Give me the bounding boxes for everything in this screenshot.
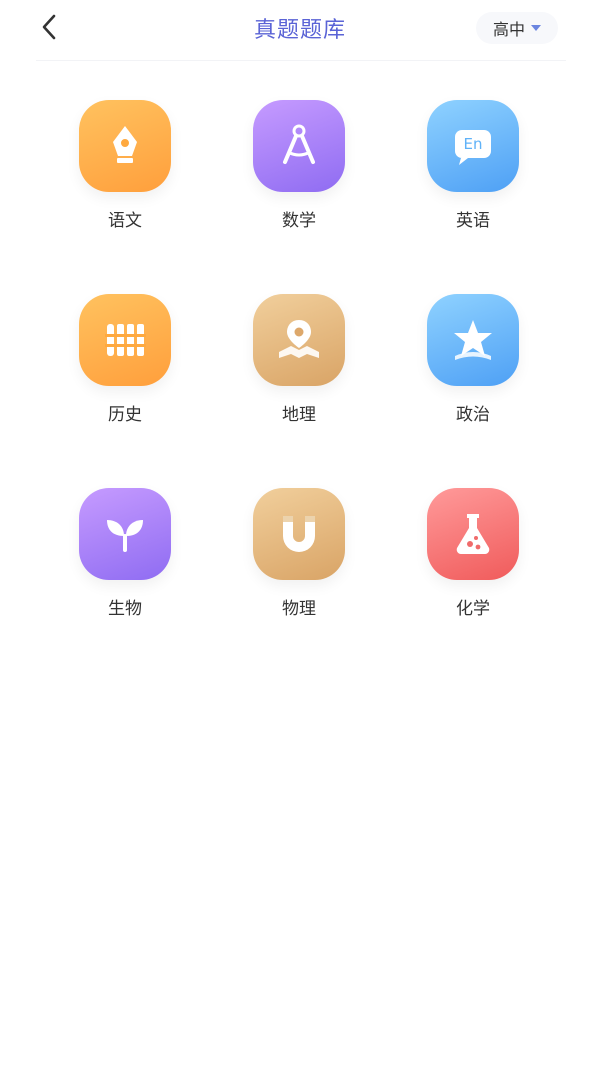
subject-english[interactable]: En 英语 — [386, 100, 560, 294]
subject-label: 语文 — [108, 211, 142, 231]
scroll-books-icon — [79, 294, 171, 386]
subject-label: 生物 — [108, 599, 142, 619]
subject-grid: 语文 数学 En 英语 历史 地理 政治 生物 物理 化学 — [38, 100, 560, 682]
header-divider — [36, 60, 566, 61]
top-bar: 真题题库 高中 — [0, 0, 600, 58]
subject-history[interactable]: 历史 — [38, 294, 212, 488]
flask-icon — [427, 488, 519, 580]
english-speech-icon: En — [427, 100, 519, 192]
subject-geography[interactable]: 地理 — [212, 294, 386, 488]
svg-text:En: En — [464, 135, 483, 153]
subject-math[interactable]: 数学 — [212, 100, 386, 294]
subject-label: 化学 — [456, 599, 490, 619]
subject-physics[interactable]: 物理 — [212, 488, 386, 682]
subject-label: 物理 — [282, 599, 316, 619]
subject-label: 数学 — [282, 211, 316, 231]
subject-label: 政治 — [456, 405, 490, 425]
subject-chinese[interactable]: 语文 — [38, 100, 212, 294]
subject-biology[interactable]: 生物 — [38, 488, 212, 682]
star-icon — [427, 294, 519, 386]
map-pin-icon — [253, 294, 345, 386]
subject-label: 历史 — [108, 405, 142, 425]
fountain-pen-icon — [79, 100, 171, 192]
magnet-icon — [253, 488, 345, 580]
level-dropdown[interactable]: 高中 — [476, 12, 558, 44]
compass-icon — [253, 100, 345, 192]
subject-label: 地理 — [282, 405, 316, 425]
subject-politics[interactable]: 政治 — [386, 294, 560, 488]
sprout-icon — [79, 488, 171, 580]
caret-down-icon — [531, 25, 541, 31]
level-dropdown-value: 高中 — [492, 20, 525, 39]
subject-chemistry[interactable]: 化学 — [386, 488, 560, 682]
subject-label: 英语 — [456, 211, 490, 231]
